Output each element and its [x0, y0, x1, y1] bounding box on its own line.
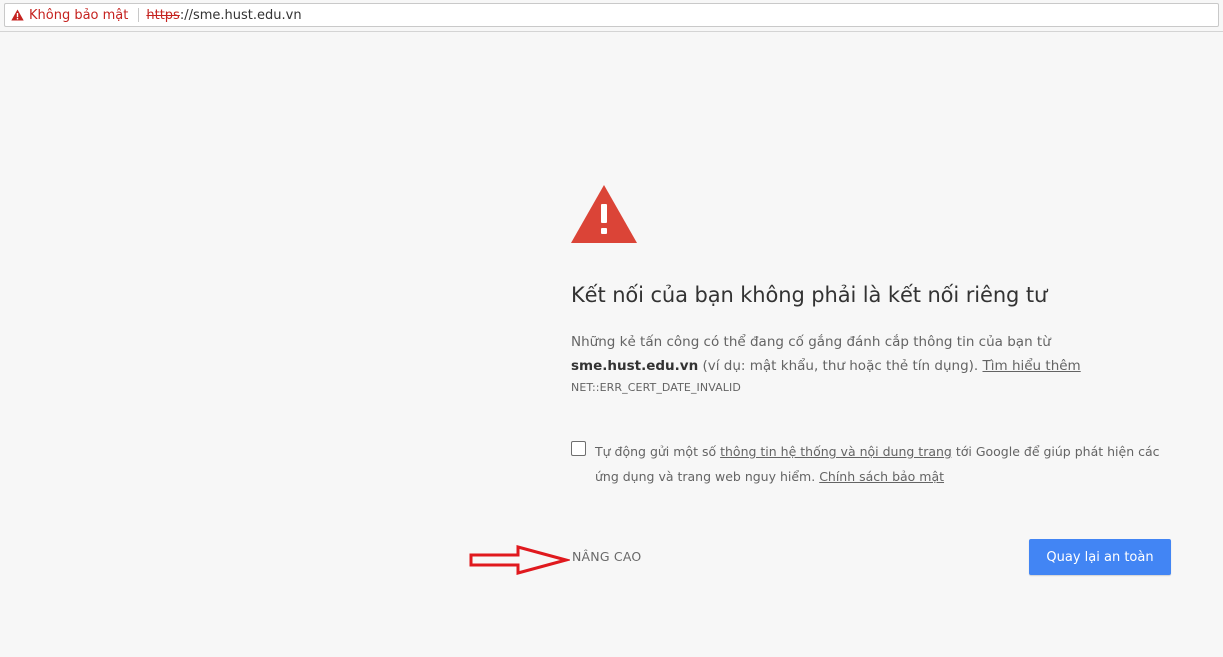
error-code: NET::ERR_CERT_DATE_INVALID: [571, 381, 741, 394]
warning-icon: [11, 9, 24, 21]
advanced-button[interactable]: NÂNG CAO: [572, 549, 641, 564]
extended-reporting-label: Tự động gửi một số thông tin hệ thống và…: [595, 439, 1185, 489]
toolbar-divider: [0, 31, 1223, 32]
description-text-2: (ví dụ: mật khẩu, thư hoặc thẻ tín dụng)…: [698, 358, 983, 374]
back-to-safety-button[interactable]: Quay lại an toàn: [1029, 539, 1171, 575]
security-indicator[interactable]: Không bảo mật: [5, 4, 128, 26]
domain-name: sme.hust.edu.vn: [571, 358, 699, 374]
annotation-arrow-icon: [469, 545, 570, 575]
page-title: Kết nối của bạn không phải là kết nối ri…: [571, 283, 1048, 307]
privacy-policy-link[interactable]: Chính sách bảo mật: [819, 469, 944, 484]
url-scheme: https: [146, 7, 180, 23]
main-message: Những kẻ tấn công có thể đang cố gắng đá…: [571, 330, 1181, 378]
address-bar[interactable]: Không bảo mật https://sme.hust.edu.vn: [4, 3, 1219, 27]
description-text: Những kẻ tấn công có thể đang cố gắng đá…: [571, 334, 1051, 350]
warning-triangle-icon: [571, 185, 637, 243]
optin-text: Tự động gửi một số: [595, 444, 721, 459]
learn-more-link[interactable]: Tìm hiểu thêm: [983, 358, 1081, 374]
url-text[interactable]: https://sme.hust.edu.vn: [146, 8, 301, 23]
extended-reporting-checkbox[interactable]: [571, 441, 586, 456]
url-host: ://sme.hust.edu.vn: [179, 7, 302, 23]
security-label: Không bảo mật: [29, 7, 129, 23]
address-bar-divider: [138, 8, 140, 22]
system-info-link[interactable]: thông tin hệ thống và nội dung trang: [720, 444, 952, 459]
